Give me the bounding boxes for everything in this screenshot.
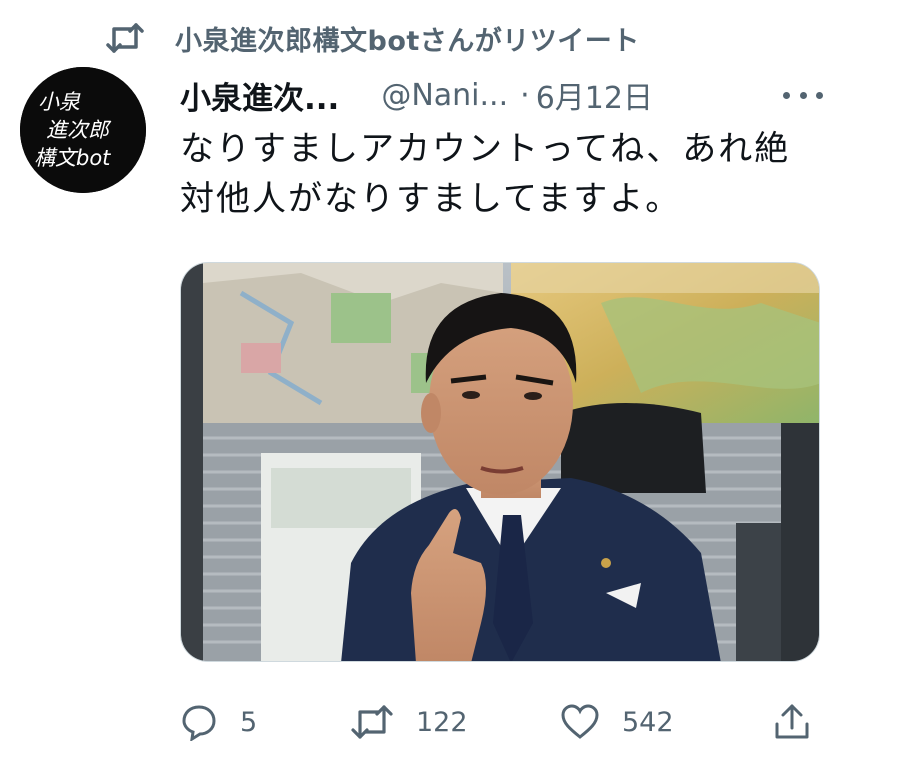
share-icon <box>775 704 809 739</box>
retweet-icon <box>106 23 144 53</box>
avatar-text-line2: 進次郎 <box>46 118 112 142</box>
tweet-text-line: なりすましアカウントってね、あれ絶 <box>180 129 791 169</box>
tweet-photo[interactable] <box>180 262 820 662</box>
like-count: 542 <box>622 706 674 738</box>
more-dot <box>816 91 823 99</box>
more-dots-icon <box>783 91 790 99</box>
retweet-count: 122 <box>416 706 468 738</box>
avatar-text-line1: 小泉 <box>38 90 81 114</box>
heart-icon <box>561 704 599 739</box>
avatar[interactable]: 小泉 進次郎 構文bot <box>20 67 146 193</box>
reply-count: 5 <box>240 706 258 738</box>
tweet-text-line: 対他人がなりすましてますよ。 <box>180 179 682 219</box>
tweet-date[interactable]: 6月12日 <box>536 73 653 117</box>
reply-button[interactable]: 5 <box>180 697 257 747</box>
user-handle[interactable]: @Nani... <box>381 78 508 113</box>
photo-illustration <box>181 263 819 661</box>
tweet-header: 小泉進次... @Nani... · 6月12日 <box>180 72 823 118</box>
display-name[interactable]: 小泉進次... <box>180 73 339 118</box>
share-button[interactable] <box>772 697 812 747</box>
retweet-banner-text[interactable]: 小泉進次郎構文botさんがリツイート <box>175 19 640 58</box>
retweet-icon <box>351 705 393 739</box>
avatar-image: 小泉 進次郎 構文bot <box>20 67 146 193</box>
reply-icon <box>182 705 216 741</box>
retweet-button[interactable]: 122 <box>350 697 468 747</box>
tweet-text: なりすましアカウントってね、あれ絶 対他人がなりすましてますよ。 <box>180 124 840 224</box>
retweet-banner[interactable]: 小泉進次郎構文botさんがリツイート <box>105 18 640 58</box>
more-options-button[interactable] <box>783 80 823 110</box>
avatar-text-line3: 構文bot <box>34 146 111 170</box>
like-button[interactable]: 542 <box>560 697 674 747</box>
separator-dot: · <box>520 77 530 113</box>
tweet-actions: 5 122 542 <box>180 697 840 747</box>
more-dot <box>799 91 807 99</box>
